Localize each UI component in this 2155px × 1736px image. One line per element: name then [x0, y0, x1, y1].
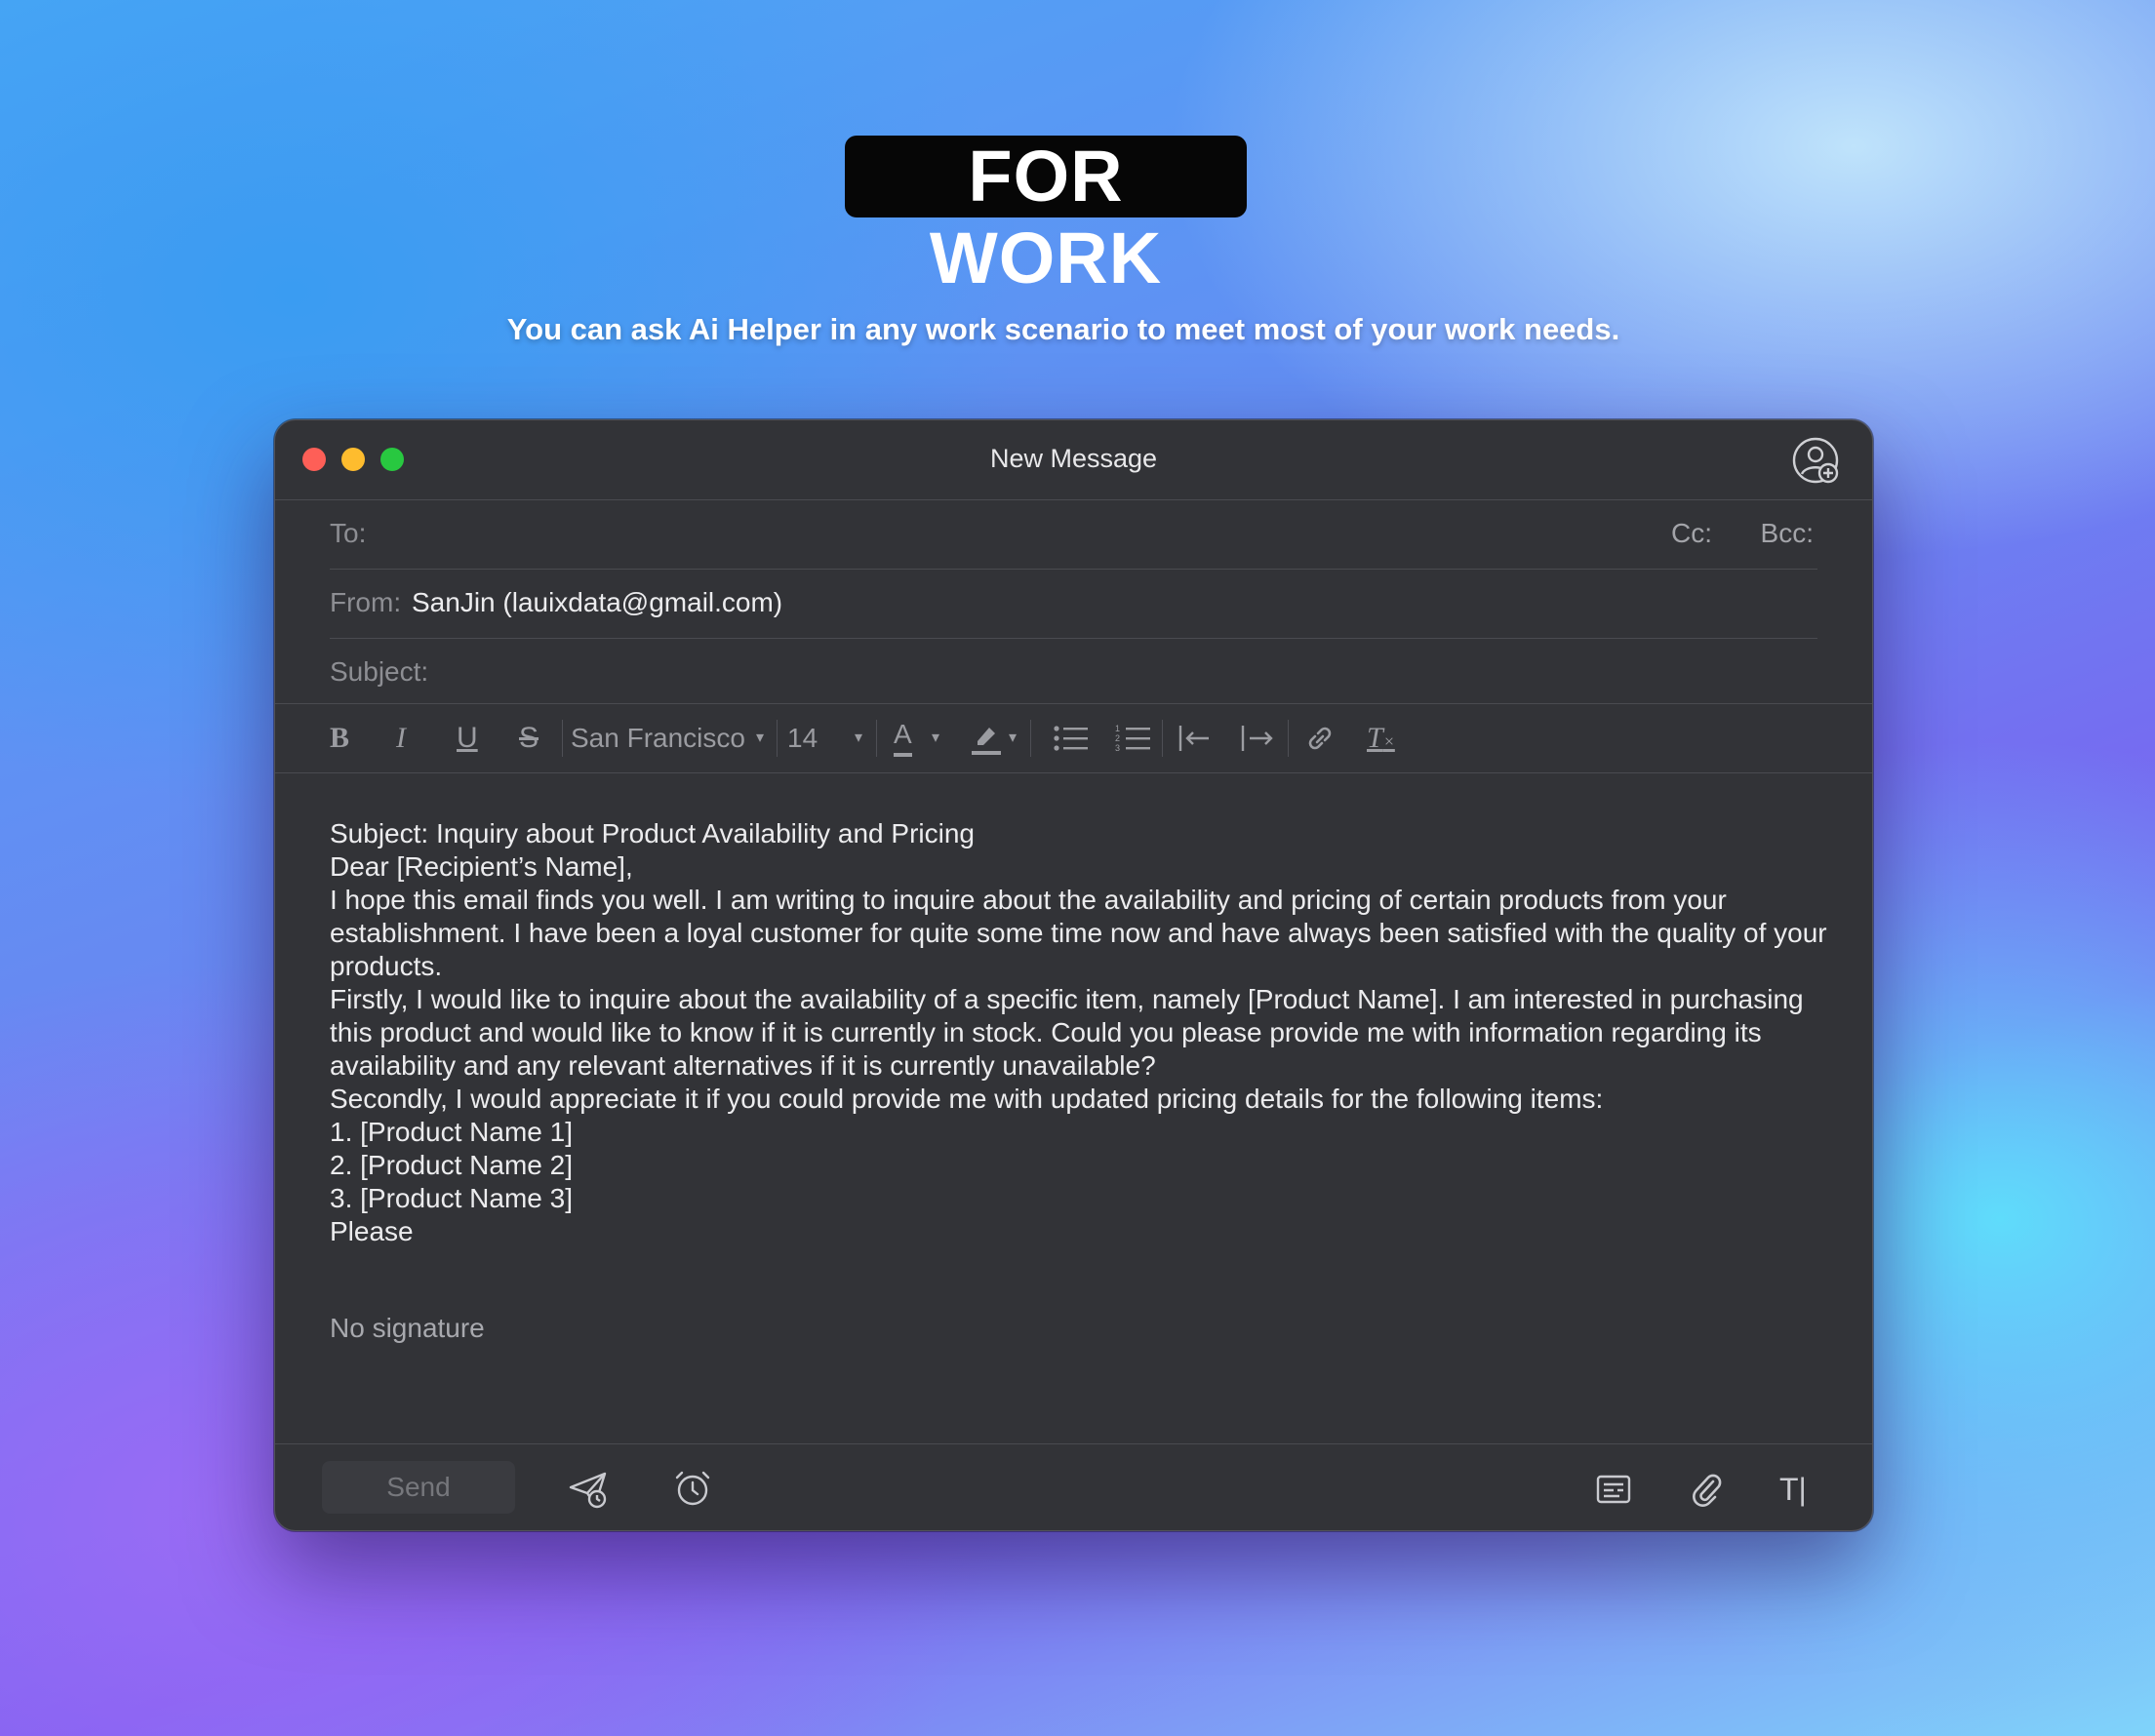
svg-text:2: 2	[1115, 733, 1120, 743]
from-label: From:	[330, 587, 402, 617]
body-line: Secondly, I would appreciate it if you c…	[330, 1084, 1604, 1114]
bullet-list-icon[interactable]	[1053, 718, 1090, 759]
clear-format-label: T	[1367, 722, 1383, 754]
svg-text:1: 1	[1115, 724, 1120, 733]
toolbar-divider	[777, 720, 778, 757]
body-line: Firstly, I would like to inquire about t…	[330, 984, 1812, 1081]
hero-subtitle: You can ask Ai Helper in any work scenar…	[506, 312, 1620, 346]
bottom-bar: Send T|	[275, 1443, 1872, 1530]
compose-window: New Message To: Cc: Bcc: From: SanJin (l…	[274, 419, 1873, 1531]
to-row[interactable]: To: Cc: Bcc:	[330, 500, 1817, 570]
body-line: 1. [Product Name 1]	[330, 1117, 574, 1147]
chevron-down-icon[interactable]: ▾	[756, 718, 764, 759]
bold-button[interactable]: B	[330, 718, 349, 759]
signature-select[interactable]: No signature	[330, 1313, 485, 1344]
chevron-down-icon[interactable]: ▾	[932, 718, 939, 759]
add-contact-icon[interactable]	[1792, 437, 1841, 486]
bcc-button[interactable]: Bcc:	[1761, 518, 1814, 549]
body-line: Please	[330, 1216, 414, 1246]
subject-row[interactable]: Subject:	[275, 639, 1872, 707]
body-line: 2. [Product Name 2]	[330, 1150, 574, 1180]
link-icon[interactable]	[1302, 718, 1337, 759]
chevron-down-icon[interactable]: ▾	[1009, 718, 1017, 759]
svg-text:3: 3	[1115, 743, 1120, 753]
numbered-list-icon[interactable]: 123	[1115, 718, 1152, 759]
title-bar: New Message	[275, 420, 1872, 500]
clear-format-button[interactable]: T×	[1367, 718, 1395, 759]
cc-button[interactable]: Cc:	[1671, 518, 1712, 549]
toolbar-divider	[876, 720, 877, 757]
format-toolbar: B I U S San Francisco ▾ 14 ▾ A ▾ ▾ 123 T…	[275, 703, 1872, 773]
toolbar-divider	[1162, 720, 1163, 757]
from-row[interactable]: From: SanJin (lauixdata@gmail.com)	[330, 570, 1817, 639]
reminder-icon[interactable]	[671, 1468, 714, 1511]
strikethrough-button[interactable]: S	[519, 718, 539, 759]
body-line: 3. [Product Name 3]	[330, 1183, 574, 1213]
outdent-icon[interactable]	[1177, 718, 1213, 759]
toolbar-divider	[1030, 720, 1031, 757]
body-line: Subject: Inquiry about Product Availabil…	[330, 818, 975, 848]
body-line: I hope this email finds you well. I am w…	[330, 885, 1835, 981]
text-format-icon[interactable]: T|	[1779, 1468, 1822, 1511]
toolbar-divider	[562, 720, 563, 757]
italic-button[interactable]: I	[396, 718, 406, 759]
indent-icon[interactable]	[1240, 718, 1275, 759]
send-button[interactable]: Send	[322, 1461, 515, 1514]
font-size-select[interactable]: 14	[787, 718, 818, 759]
send-later-icon[interactable]	[568, 1468, 611, 1511]
font-family-select[interactable]: San Francisco	[571, 718, 745, 759]
from-value[interactable]: SanJin (lauixdata@gmail.com)	[412, 587, 782, 618]
window-title: New Message	[989, 444, 1158, 473]
body-line: Dear [Recipient’s Name],	[330, 851, 633, 882]
underline-button[interactable]: U	[457, 718, 478, 759]
template-icon[interactable]	[1592, 1468, 1635, 1511]
chevron-down-icon[interactable]: ▾	[855, 718, 862, 759]
to-label: To:	[330, 518, 367, 548]
attachment-icon[interactable]	[1686, 1468, 1729, 1511]
hero-title: FOR WORK	[845, 136, 1247, 298]
subject-label: Subject:	[330, 656, 429, 687]
toolbar-divider	[1288, 720, 1289, 757]
message-body[interactable]: Subject: Inquiry about Product Availabil…	[330, 817, 1832, 1248]
text-color-button[interactable]: A	[894, 718, 912, 757]
highlight-icon[interactable]	[970, 718, 1003, 759]
